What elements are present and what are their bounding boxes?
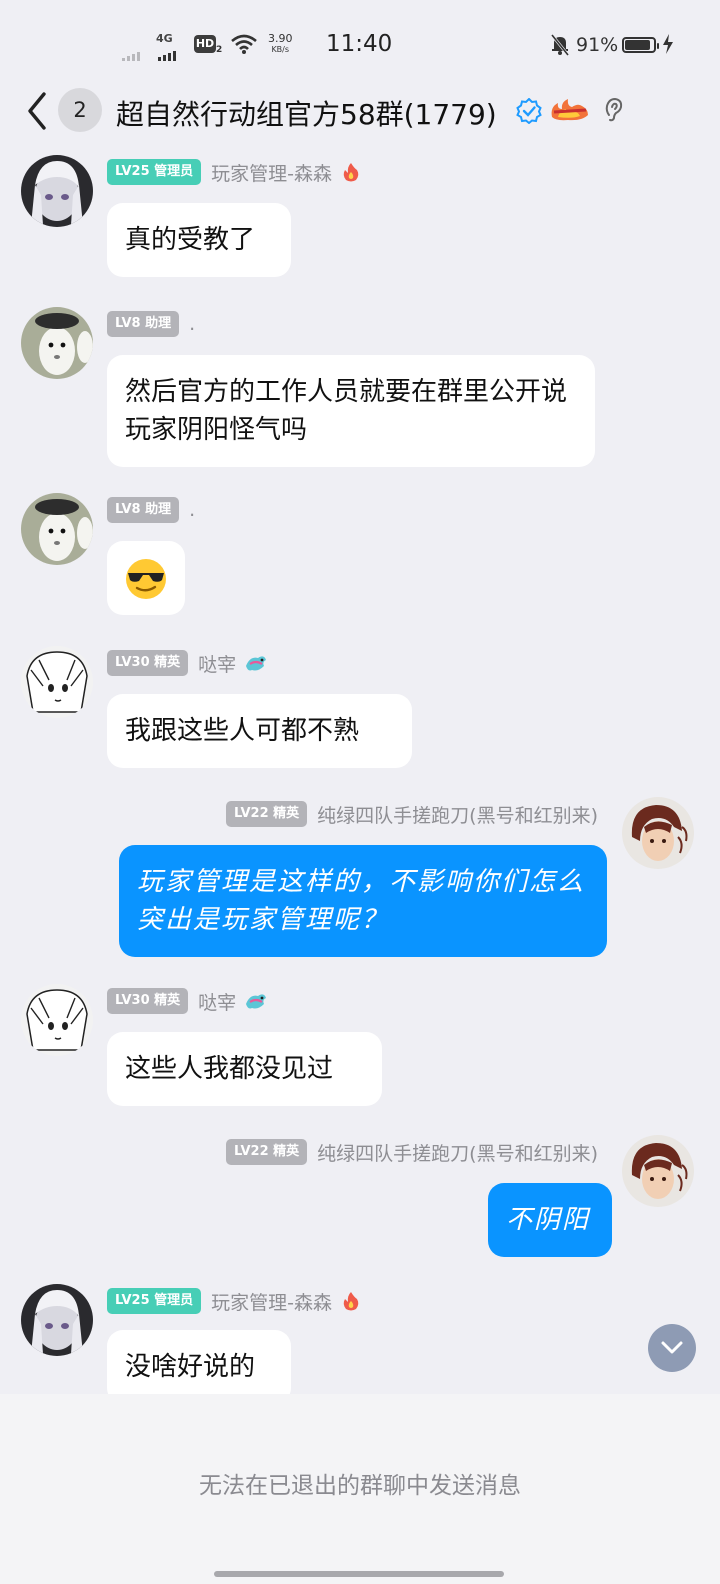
message-bubble[interactable]: 没啥好说的: [107, 1330, 291, 1394]
sender-name[interactable]: 玩家管理-森森: [211, 1288, 332, 1315]
avatar[interactable]: [21, 155, 93, 227]
avatar[interactable]: [21, 646, 93, 718]
message-bubble[interactable]: 然后官方的工作人员就要在群里公开说玩家阴阳怪气吗: [107, 355, 595, 467]
signal-weak-icon: [122, 42, 142, 61]
scroll-to-bottom-button[interactable]: [648, 1324, 696, 1372]
battery-icon: [622, 37, 659, 53]
level-badge: LV25 管理员: [107, 1288, 202, 1314]
sender-name[interactable]: .: [189, 313, 195, 335]
cannot-send-notice: 无法在已退出的群聊中发送消息: [199, 1473, 521, 1499]
message-item: LV30 精英 哒宰 我跟这些人可都不熟: [0, 646, 720, 776]
message-meta: LV25 管理员 玩家管理-森森: [107, 159, 362, 185]
speed-value: 3.90: [268, 32, 293, 45]
level-badge: LV8 助理: [107, 311, 180, 337]
message-item: LV25 管理员 玩家管理-森森 没啥好说的: [0, 1284, 720, 1394]
flame-icon: [340, 1290, 362, 1312]
message-meta: LV25 管理员 玩家管理-森森: [107, 1288, 362, 1314]
message-bubble[interactable]: 玩家管理是这样的，不影响你们怎么突出是玩家管理呢？: [119, 845, 607, 957]
hd-sub-label: 2: [216, 45, 223, 55]
network-speed: 3.90 KB/s: [268, 33, 293, 55]
chevron-down-icon: [661, 1341, 683, 1354]
avatar[interactable]: [21, 307, 93, 379]
wifi-icon: [230, 33, 258, 59]
avatar[interactable]: [21, 1284, 93, 1356]
sunglasses-emoji-icon: [126, 559, 166, 599]
message-bubble[interactable]: 真的受教了: [107, 203, 291, 277]
message-item-self: LV22 精英 纯绿四队手搓跑刀(黑号和红别来) 玩家管理是这样的，不影响你们怎…: [0, 797, 720, 957]
level-badge: LV30 精英: [107, 988, 189, 1014]
message-meta: LV22 精英 纯绿四队手搓跑刀(黑号和红别来): [226, 801, 598, 827]
avatar[interactable]: [622, 1135, 694, 1207]
dragon-icon: [244, 990, 267, 1012]
message-item: LV8 助理 .: [0, 493, 720, 623]
avatar[interactable]: [21, 984, 93, 1056]
back-button[interactable]: [22, 90, 56, 132]
unread-count-badge[interactable]: 2: [58, 88, 102, 132]
message-bubble[interactable]: 这些人我都没见过: [107, 1032, 382, 1106]
message-meta: LV30 精英 哒宰: [107, 650, 267, 677]
message-item: LV30 精英 哒宰 这些人我都没见过: [0, 984, 720, 1114]
fire-badge-icon[interactable]: [548, 97, 592, 123]
message-item-self: LV22 精英 纯绿四队手搓跑刀(黑号和红别来) 不阴阳: [0, 1135, 720, 1265]
dragon-icon: [244, 652, 267, 674]
mute-bell-icon: [550, 33, 570, 61]
sender-name[interactable]: 玩家管理-森森: [211, 159, 332, 186]
emoji-message-bubble[interactable]: [107, 541, 185, 615]
avatar[interactable]: [21, 493, 93, 565]
clock: 11:40: [326, 31, 393, 57]
message-item: LV25 管理员 玩家管理-森森 真的受教了: [0, 155, 720, 285]
chevron-left-icon: [28, 92, 46, 130]
message-item: LV8 助理 . 然后官方的工作人员就要在群里公开说玩家阴阳怪气吗: [0, 307, 720, 467]
level-badge: LV8 助理: [107, 497, 180, 523]
sender-name[interactable]: 纯绿四队手搓跑刀(黑号和红别来): [317, 801, 598, 828]
battery-fill: [625, 40, 651, 50]
speed-unit: KB/s: [271, 45, 290, 54]
level-badge: LV25 管理员: [107, 159, 202, 185]
avatar[interactable]: [622, 797, 694, 869]
chat-title[interactable]: 超自然行动组官方58群(1779): [116, 93, 497, 133]
message-meta: LV22 精英 纯绿四队手搓跑刀(黑号和红别来): [226, 1139, 598, 1165]
hd-icon: HD: [194, 35, 216, 53]
sender-name[interactable]: .: [189, 499, 195, 521]
flame-icon: [340, 161, 362, 183]
message-meta: LV8 助理 .: [107, 311, 195, 337]
message-meta: LV30 精英 哒宰: [107, 988, 267, 1015]
message-bubble[interactable]: 不阴阳: [488, 1183, 612, 1257]
message-bubble[interactable]: 我跟这些人可都不熟: [107, 694, 412, 768]
sender-name[interactable]: 纯绿四队手搓跑刀(黑号和红别来): [317, 1139, 598, 1166]
sender-name[interactable]: 哒宰: [198, 650, 236, 677]
ear-icon[interactable]: [604, 97, 624, 127]
level-badge: LV30 精英: [107, 650, 189, 676]
home-indicator[interactable]: [214, 1571, 504, 1577]
level-badge: LV22 精英: [226, 801, 308, 827]
signal-icon: [158, 42, 178, 61]
level-badge: LV22 精英: [226, 1139, 308, 1165]
status-bar: 4G HD 2 3.90 KB/s 11:40 91%: [0, 0, 720, 88]
message-meta: LV8 助理 .: [107, 497, 195, 523]
battery-percent: 91%: [576, 34, 619, 56]
verified-icon[interactable]: [516, 97, 542, 128]
charging-icon: [662, 34, 674, 58]
sender-name[interactable]: 哒宰: [198, 988, 236, 1015]
